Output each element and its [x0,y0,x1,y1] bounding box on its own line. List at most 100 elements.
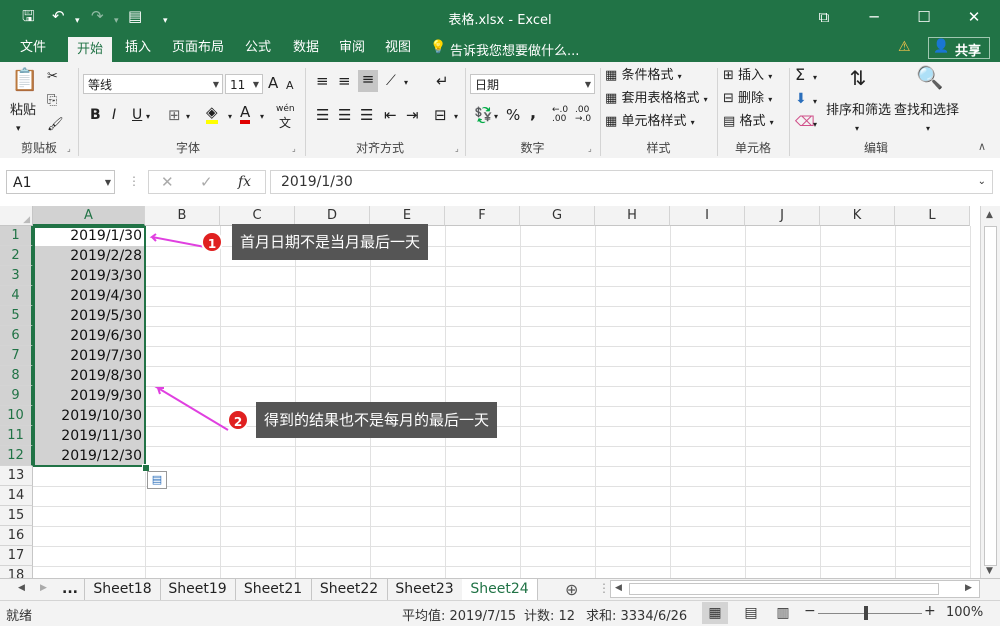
zoom-slider-track[interactable] [818,613,922,614]
normal-view-icon[interactable]: ▦ [702,602,728,624]
sheet-tab-sheet19[interactable]: Sheet19 [160,579,236,600]
page-break-view-icon[interactable]: ▥ [770,602,796,624]
cut-icon[interactable]: ✂ [47,68,58,86]
find-select-button[interactable]: 查找和选择 [894,102,959,120]
vertical-scrollbar[interactable]: ▲ ▼ [980,206,1000,578]
merge-dropdown-icon[interactable]: ▾ [454,108,458,126]
percent-button[interactable]: % [506,106,520,124]
sheet-tab-sheet18[interactable]: Sheet18 [85,579,161,600]
scroll-right-tabs-icon[interactable]: ▶ [40,583,47,593]
delete-cells-button[interactable]: ⊟ 删除 ▾ [723,90,772,109]
format-painter-icon[interactable]: 🖌 [47,116,64,134]
font-size-combo[interactable]: 11 ▼ [225,74,263,94]
align-top-icon[interactable]: ≡ [316,72,329,90]
tab-data[interactable]: 数据 [284,34,328,62]
phonetic-button[interactable]: wén [276,104,295,114]
maximize-icon[interactable]: ☐ [906,5,942,29]
scroll-left-tabs-icon[interactable]: ◀ [18,583,25,593]
align-left-icon[interactable]: ☰ [316,106,329,124]
collapse-ribbon-icon[interactable]: ∧ [978,140,986,153]
tab-page-layout[interactable]: 页面布局 [166,34,230,62]
font-color-button[interactable]: A [240,104,251,124]
borders-icon[interactable]: ⊞ [168,106,181,124]
align-middle-icon[interactable]: ≡ [338,72,351,90]
paste-button[interactable]: 粘贴 [10,102,36,120]
italic-button[interactable]: I [112,106,116,124]
sheet-tab-sheet22[interactable]: Sheet22 [311,579,388,600]
zoom-in-icon[interactable]: + [924,603,936,619]
tab-formulas[interactable]: 公式 [236,34,280,62]
cell-styles-button[interactable]: ▦ 单元格样式 ▾ [605,113,695,132]
autosum-button[interactable]: Σ [795,66,805,84]
tab-insert[interactable]: 插入 [116,34,160,62]
sheet-tab-sheet24[interactable]: Sheet24 [462,579,538,602]
underline-button[interactable]: U [132,106,142,124]
scroll-left-icon[interactable]: ◀ [615,583,622,593]
dialog-launcher-icon[interactable]: ⌟ [67,144,71,153]
dialog-launcher-icon[interactable]: ⌟ [455,144,459,153]
tab-review[interactable]: 审阅 [330,34,374,62]
insert-cells-button[interactable]: ⊞ 插入 ▾ [723,67,772,86]
align-bottom-icon[interactable]: ≡ [358,70,378,92]
decrease-indent-icon[interactable]: ⇤ [384,106,397,124]
borders-dropdown-icon[interactable]: ▾ [186,108,190,126]
insert-function-button[interactable]: fx [238,174,251,190]
horizontal-scrollbar[interactable]: ◀ ▶ [610,580,980,598]
sort-filter-button[interactable]: 排序和筛选 [826,102,891,120]
tell-me-input[interactable]: 告诉我您想要做什么... [450,40,579,59]
fill-color-icon[interactable]: ◈ [206,104,218,124]
dialog-launcher-icon[interactable]: ⌟ [588,144,592,153]
format-as-table-button[interactable]: ▦ 套用表格格式 ▾ [605,90,708,109]
tab-file[interactable]: 文件 [8,34,58,62]
enter-icon[interactable]: ✓ [200,173,213,191]
paste-icon[interactable]: 📋 [10,68,40,93]
cancel-icon[interactable]: ✕ [161,173,174,191]
page-layout-view-icon[interactable]: ▤ [738,602,764,624]
horizontal-scroll-thumb[interactable] [629,583,939,595]
orientation-icon[interactable]: ⟋ [386,72,396,90]
add-sheet-button[interactable]: ⊕ [565,579,578,600]
clear-icon[interactable]: ⌫ [795,113,815,131]
zoom-out-icon[interactable]: − [804,603,816,619]
worksheet-grid[interactable]: ◢ A B C D E F G H I J K L 1 2 3 4 5 6 7 … [0,206,980,578]
formula-input[interactable]: 2019/1/30 ⌄ [270,170,993,194]
fill-dropdown-icon[interactable]: ▾ [813,93,817,111]
increase-decimal-icon[interactable]: ←.0.00 [552,106,568,124]
accounting-dropdown-icon[interactable]: ▾ [494,108,498,126]
copy-icon[interactable]: ⎘ [47,92,57,110]
tab-view[interactable]: 视图 [376,34,420,62]
share-button[interactable]: 👤 共享 [928,37,990,59]
sheet-tab-sheet21[interactable]: Sheet21 [235,579,312,600]
decrease-decimal-icon[interactable]: .00 →.0 [575,106,591,124]
underline-dropdown-icon[interactable]: ▾ [146,108,150,126]
accounting-format-icon[interactable]: 💱 [474,106,493,124]
drag-handle-icon[interactable]: ⋮ [598,581,610,595]
comma-button[interactable]: , [530,104,536,122]
sheet-tab-sheet23[interactable]: Sheet23 [387,579,463,600]
dialog-launcher-icon[interactable]: ⌟ [292,144,296,153]
find-dropdown-icon[interactable]: ▾ [926,120,930,138]
sort-dropdown-icon[interactable]: ▾ [855,120,859,138]
shrink-font-button[interactable]: A [286,77,294,95]
align-center-icon[interactable]: ☰ [338,106,351,124]
scroll-up-icon[interactable]: ▲ [986,210,993,220]
align-right-icon[interactable]: ☰ [360,106,373,124]
vertical-scroll-thumb[interactable] [984,226,997,566]
tab-home[interactable]: 开始 [68,37,112,62]
font-color-dropdown-icon[interactable]: ▾ [260,108,264,126]
drag-handle-icon[interactable]: ⋮ [128,174,140,188]
increase-indent-icon[interactable]: ⇥ [406,106,419,124]
close-icon[interactable]: ✕ [956,5,992,29]
more-sheets-button[interactable]: ... [62,579,78,600]
bold-button[interactable]: B [90,106,101,124]
orientation-dropdown-icon[interactable]: ▾ [404,74,408,92]
font-name-combo[interactable]: 等线 ▼ [83,74,223,94]
sort-filter-icon[interactable]: ⇅ [838,66,878,90]
minimize-icon[interactable]: ─ [856,5,892,29]
autosum-dropdown-icon[interactable]: ▾ [813,69,817,87]
warning-icon[interactable]: ⚠ [898,39,911,55]
zoom-level[interactable]: 100% [946,605,983,620]
scroll-down-icon[interactable]: ▼ [986,566,993,576]
format-cells-button[interactable]: ▤ 格式 ▾ [723,113,774,132]
merge-center-icon[interactable]: ⊟ [434,106,447,124]
